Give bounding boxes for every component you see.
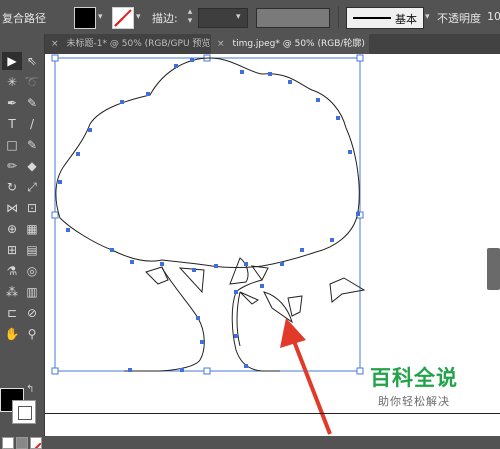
- bounding-box-handles: [51, 54, 364, 375]
- rectangle-tool-icon[interactable]: □: [2, 136, 22, 154]
- close-icon[interactable]: ×: [51, 39, 59, 49]
- line-tool-icon[interactable]: /: [22, 115, 42, 133]
- trunk-left-path: [124, 267, 205, 372]
- brush-tool-icon[interactable]: ✎: [22, 136, 42, 154]
- fill-dropdown-icon[interactable]: ▾: [98, 12, 103, 22]
- color-mode-icon[interactable]: [2, 437, 14, 449]
- tab-untitled-1[interactable]: × 未标题-1* @ 50% (RGB/GPU 预览): [45, 34, 214, 54]
- shape-builder-icon[interactable]: ⊕: [2, 220, 22, 238]
- opacity-label[interactable]: 不透明度: [437, 10, 481, 26]
- anchor-points: [58, 58, 360, 372]
- watermark-title: 百科全说: [370, 366, 458, 390]
- close-icon[interactable]: ×: [217, 39, 225, 49]
- type-tool-icon[interactable]: T: [2, 115, 22, 133]
- gap-shapes: [145, 257, 366, 324]
- none-mode-icon[interactable]: [30, 437, 42, 449]
- tab-label: 未标题-1* @ 50% (RGB/GPU 预览): [66, 39, 214, 49]
- tab-timg-jpeg[interactable]: × timg.jpeg* @ 50% (RGB/轮廓): [211, 34, 369, 54]
- variable-width-profile[interactable]: [256, 8, 330, 28]
- hand-tool-icon[interactable]: ✋: [2, 325, 22, 343]
- free-transform-icon[interactable]: ⊡: [22, 199, 42, 217]
- blend-tool-icon[interactable]: ◎: [22, 262, 42, 280]
- tab-label: timg.jpeg* @ 50% (RGB/轮廓): [232, 39, 365, 49]
- document-tab-bar: × 未标题-1* @ 50% (RGB/GPU 预览) × timg.jpeg* @…: [45, 34, 500, 54]
- curvature-tool-icon[interactable]: ✎: [22, 94, 42, 112]
- pen-tool-icon[interactable]: ✒: [2, 94, 22, 112]
- artboard-tool-icon[interactable]: ⊏: [2, 304, 22, 322]
- mesh-tool-icon[interactable]: ⊞: [2, 241, 22, 259]
- red-arrow-annotation: [280, 318, 332, 435]
- stroke-weight-label: 描边:: [152, 12, 178, 25]
- stroke-preview-line: [353, 17, 391, 19]
- direct-selection-tool-icon[interactable]: ⇖: [22, 52, 42, 70]
- magic-wand-icon[interactable]: ✳: [2, 73, 22, 91]
- slice-tool-icon[interactable]: ⊘: [22, 304, 42, 322]
- gradient-tool-icon[interactable]: ▤: [22, 241, 42, 259]
- swap-colors-icon[interactable]: ↰: [26, 384, 34, 395]
- control-bar: 复合路径 ▾ ▾ 描边: ▴ ▾ ▾ 基本 ▾ 不透明度 10: [0, 0, 500, 35]
- stroke-color-box[interactable]: [12, 400, 36, 424]
- page-edge-line: [45, 413, 500, 414]
- stroke-dropdown-icon[interactable]: ▾: [136, 12, 141, 22]
- eraser-tool-icon[interactable]: ◆: [22, 157, 42, 175]
- divider: [338, 6, 339, 28]
- perspective-grid-icon[interactable]: ▦: [22, 220, 42, 238]
- lasso-icon[interactable]: ➰: [22, 73, 42, 91]
- brush-dropdown-icon[interactable]: ▾: [425, 12, 430, 22]
- stroke-color-swatch[interactable]: [112, 7, 134, 29]
- none-slash-icon: [114, 9, 132, 27]
- brush-definition-select[interactable]: 基本: [346, 7, 424, 29]
- column-graph-icon[interactable]: ▥: [22, 283, 42, 301]
- vertical-scrollbar[interactable]: [487, 248, 500, 290]
- symbol-sprayer-icon[interactable]: ⁂: [2, 283, 22, 301]
- scale-tool-icon[interactable]: ⤢: [22, 178, 42, 196]
- watermark-subtitle: 助你轻松解决: [378, 395, 450, 408]
- tree-crown-path: [55, 57, 360, 268]
- fill-color-swatch[interactable]: [74, 7, 96, 29]
- gradient-mode-icon[interactable]: [16, 437, 28, 449]
- tools-panel: ↰ ▶ ⇖ ✳ ➰ ✒ ✎ T / □ ✎ ✏ ◆ ↻ ⤢ ⋈ ⊡ ⊕ ▦ ⊞ ▤ ⚗ ◎ ⁂ ▥ ⊏ ⊘ ✋ ⚲: [0, 34, 45, 449]
- width-tool-icon[interactable]: ⋈: [2, 199, 22, 217]
- pencil-tool-icon[interactable]: ✏: [2, 157, 22, 175]
- stroke-weight-stepper[interactable]: ▴ ▾: [184, 8, 196, 26]
- object-type-label: 复合路径: [2, 12, 46, 25]
- selection-bounding-box: [54, 57, 361, 372]
- watermark-logo: 百科全说 助你轻松解决: [364, 362, 464, 409]
- opacity-value[interactable]: 10: [487, 10, 500, 23]
- stroke-weight-dropdown-icon[interactable]: ▾: [236, 12, 241, 22]
- eyedropper-icon[interactable]: ⚗: [2, 262, 22, 280]
- brush-definition-label: 基本: [395, 13, 417, 26]
- selection-tool-icon[interactable]: ▶: [2, 52, 22, 70]
- zoom-tool-icon[interactable]: ⚲: [22, 325, 42, 343]
- rotate-tool-icon[interactable]: ↻: [2, 178, 22, 196]
